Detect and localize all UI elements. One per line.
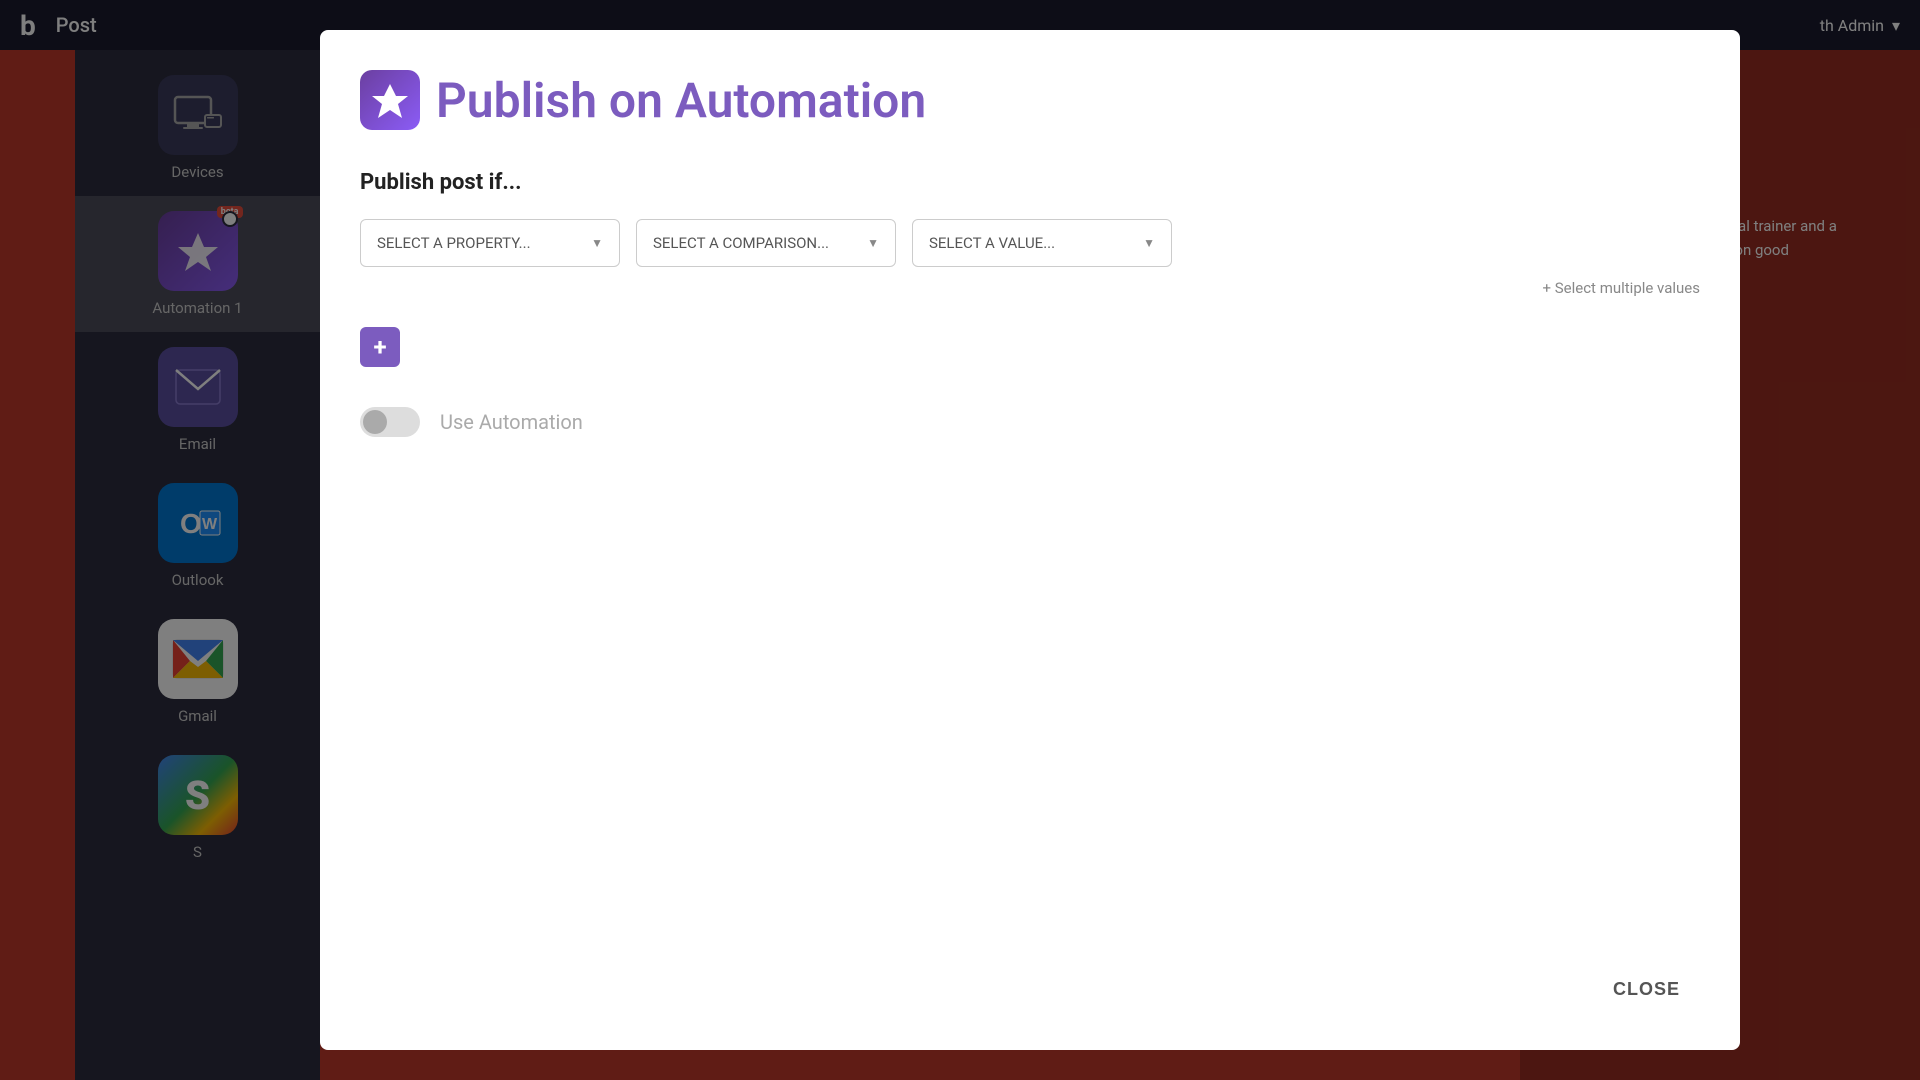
add-icon: + [373, 333, 386, 361]
comparison-dropdown[interactable]: SELECT A COMPARISON... ▼ [636, 219, 896, 267]
property-dropdown[interactable]: SELECT A PROPERTY... ▼ [360, 219, 620, 267]
property-dropdown-arrow: ▼ [591, 236, 603, 250]
modal-footer: CLOSE [360, 949, 1700, 1010]
modal-logo [360, 70, 420, 130]
select-multiple-label: + Select multiple values [1543, 279, 1700, 297]
modal-header: Publish on Automation [360, 70, 1700, 130]
use-automation-row: Use Automation [360, 407, 1700, 437]
add-condition-button[interactable]: + [360, 327, 400, 367]
use-automation-label: Use Automation [440, 410, 583, 434]
publish-condition-section: Publish post if... SELECT A PROPERTY... … [360, 170, 1700, 407]
select-multiple-link[interactable]: + Select multiple values [360, 279, 1700, 297]
dropdowns-row: SELECT A PROPERTY... ▼ SELECT A COMPARIS… [360, 219, 1700, 267]
value-dropdown[interactable]: SELECT A VALUE... ▼ [912, 219, 1172, 267]
publish-automation-modal: Publish on Automation Publish post if...… [320, 30, 1740, 1050]
publish-section-label: Publish post if... [360, 170, 1700, 195]
close-button[interactable]: CLOSE [1593, 969, 1700, 1010]
comparison-dropdown-label: SELECT A COMPARISON... [653, 234, 829, 252]
value-dropdown-arrow: ▼ [1143, 236, 1155, 250]
modal-title: Publish on Automation [436, 72, 926, 129]
value-dropdown-label: SELECT A VALUE... [929, 234, 1055, 252]
comparison-dropdown-arrow: ▼ [867, 236, 879, 250]
use-automation-toggle[interactable] [360, 407, 420, 437]
property-dropdown-label: SELECT A PROPERTY... [377, 234, 531, 252]
toggle-thumb [363, 410, 387, 434]
